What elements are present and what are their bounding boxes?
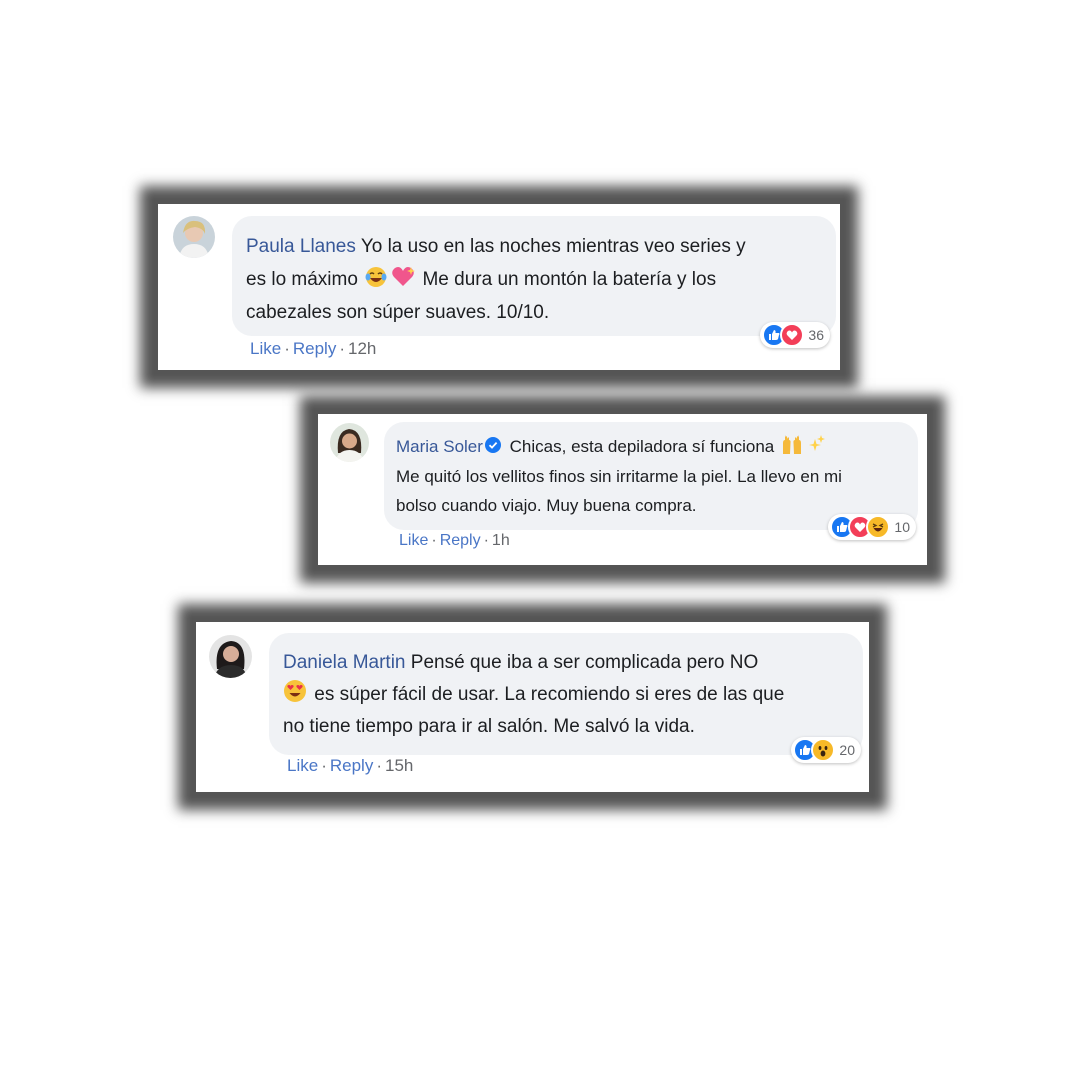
separator: ·: [321, 756, 327, 775]
reaction-summary[interactable]: 10: [828, 514, 916, 540]
timestamp[interactable]: 1h: [492, 532, 510, 549]
avatar[interactable]: [330, 423, 369, 462]
avatar[interactable]: [173, 216, 215, 258]
comment-text: Me dura un montón la batería y los: [422, 269, 717, 290]
reaction-summary[interactable]: 20: [791, 737, 861, 763]
sparkling-heart-icon: [391, 266, 416, 288]
author-name[interactable]: Paula Llanes: [246, 236, 356, 257]
comment-card: Daniela Martin Pensé que iba a ser compl…: [196, 622, 869, 792]
comment-card: Maria Soler Chicas, esta depiladora sí f…: [318, 414, 927, 565]
comments-collage: Paula Llanes Yo la uso en las noches mie…: [0, 0, 1080, 1080]
author-name[interactable]: Daniela Martin: [283, 652, 406, 673]
face-with-tears-of-joy-icon: [365, 266, 387, 288]
comment-bubble: Daniela Martin Pensé que iba a ser compl…: [269, 633, 863, 763]
comment-text: Chicas, esta depiladora sí funciona: [509, 437, 775, 456]
like-link[interactable]: Like: [250, 339, 281, 358]
comment-text: bolso cuando viajo. Muy buena compra.: [396, 496, 697, 515]
comment-actions: Like · Reply · 12h: [250, 339, 376, 359]
comment-text: es lo máximo: [246, 269, 358, 290]
comment-actions: Like · Reply · 15h: [287, 756, 413, 776]
heart-eyes-icon: [283, 679, 307, 703]
comment-bubble: Maria Soler Chicas, esta depiladora sí f…: [384, 422, 918, 540]
comment-card: Paula Llanes Yo la uso en las noches mie…: [158, 204, 840, 370]
separator: ·: [431, 532, 437, 549]
like-link[interactable]: Like: [399, 532, 428, 549]
comment-text: es súper fácil de usar. La recomiendo si…: [314, 684, 785, 705]
reply-link[interactable]: Reply: [440, 532, 481, 549]
comment-text: no tiene tiempo para ir al salón. Me sal…: [283, 716, 695, 737]
love-reaction-icon: [780, 323, 805, 347]
separator: ·: [376, 756, 382, 775]
comment-text: cabezales son súper suaves. 10/10.: [246, 302, 550, 323]
comment-text: Yo la uso en las noches mientras veo ser…: [360, 236, 746, 257]
like-link[interactable]: Like: [287, 756, 318, 775]
reaction-summary[interactable]: 36: [760, 322, 830, 348]
avatar[interactable]: [209, 635, 252, 678]
timestamp[interactable]: 15h: [385, 756, 413, 775]
reaction-count: 10: [894, 519, 910, 535]
separator: ·: [483, 532, 489, 549]
wow-reaction-icon: [811, 738, 836, 762]
verified-badge-icon: [484, 433, 501, 462]
reaction-count: 36: [808, 327, 824, 343]
comment-actions: Like · Reply · 1h: [399, 532, 510, 550]
raising-hands-icon: [781, 435, 803, 455]
sparkles-icon: [807, 435, 825, 455]
haha-reaction-icon: [866, 515, 891, 539]
separator: ·: [284, 339, 290, 358]
reply-link[interactable]: Reply: [330, 756, 373, 775]
comment-text: Me quitó los vellitos finos sin irritarm…: [396, 467, 842, 486]
comment-text: Pensé que iba a ser complicada pero NO: [410, 652, 759, 673]
comment-bubble: Paula Llanes Yo la uso en las noches mie…: [232, 216, 836, 348]
separator: ·: [339, 339, 345, 358]
author-name[interactable]: Maria Soler: [396, 437, 483, 456]
reaction-count: 20: [839, 742, 855, 758]
reply-link[interactable]: Reply: [293, 339, 336, 358]
timestamp[interactable]: 12h: [348, 339, 376, 358]
